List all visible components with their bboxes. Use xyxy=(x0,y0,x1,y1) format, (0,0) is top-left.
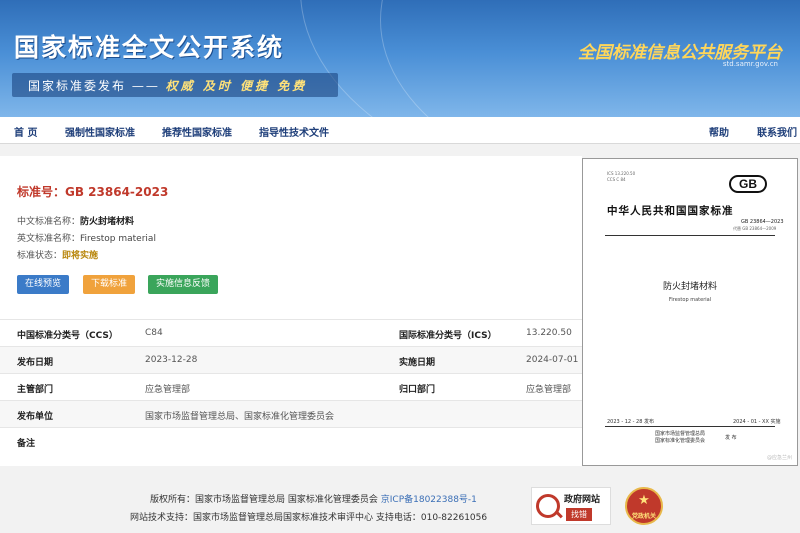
status-row: 标准状态：即将实施 xyxy=(17,248,98,261)
nav-mandatory-standards[interactable]: 强制性国家标准 xyxy=(65,124,135,139)
cover-std-code: GB 23864—2023 xyxy=(741,219,784,225)
cover-watermark: @应急兰州 xyxy=(767,455,793,461)
party-badge-label: 党政机关 xyxy=(631,513,656,520)
slogan: 国家标准委发布 —— 权威 及时 便捷 免费 xyxy=(28,77,307,94)
cover-ics: ICS 13.220.50 xyxy=(607,171,636,176)
ics-value: 13.220.50 xyxy=(526,328,572,338)
issuer-label: 发布单位 xyxy=(17,412,54,422)
issuer-value: 国家市场监督管理总局、国家标准化管理委员会 xyxy=(145,412,335,422)
ccs-label: 中国标准分类号（CCS） xyxy=(17,331,118,341)
attr-dept-label: 归口部门 xyxy=(399,385,436,395)
cover-publish-date: 2023 - 12 - 28 发布 xyxy=(607,419,655,425)
ics-label: 国际标准分类号（ICS） xyxy=(399,331,497,341)
feedback-button[interactable]: 实施信息反馈 xyxy=(148,275,219,294)
status-label: 标准状态： xyxy=(17,251,63,261)
cover-name-cn: 防火封堵材料 xyxy=(662,282,717,292)
gb-logo: GB xyxy=(729,175,767,193)
nav-contact[interactable]: 联系我们 xyxy=(757,124,797,139)
icp-link[interactable]: 京ICP备18022388号-1 xyxy=(381,495,477,505)
en-name-value: Firestop material xyxy=(80,234,156,244)
dept-label: 主管部门 xyxy=(17,385,54,395)
publish-date-label: 发布日期 xyxy=(17,358,54,368)
gov-badge-action: 找错 xyxy=(566,508,592,521)
nav-guidance-documents[interactable]: 指导性技术文件 xyxy=(259,124,329,139)
cn-name-row: 中文标准名称：防火封堵材料 xyxy=(17,214,134,227)
cover-name-en: Firestop material xyxy=(668,297,712,303)
detail-row: 主管部门 应急管理部 归口部门 应急管理部 xyxy=(0,373,582,400)
cover-country-title: 中华人民共和国国家标准 xyxy=(607,205,734,217)
cover-issuer-1: 国家市场监督管理总局 xyxy=(655,431,706,437)
cn-name-label: 中文标准名称： xyxy=(17,217,81,227)
slogan-keywords: 权威 及时 便捷 免费 xyxy=(165,79,308,93)
status-value: 即将实施 xyxy=(62,251,99,261)
en-name-label: 英文标准名称： xyxy=(17,234,81,244)
footer-copyright: 版权所有：国家市场监督管理总局 国家标准化管理委员会 京ICP备18022388… xyxy=(150,492,477,505)
nav-help[interactable]: 帮助 xyxy=(709,124,729,139)
nav-recommended-standards[interactable]: 推荐性国家标准 xyxy=(162,124,232,139)
en-name-row: 英文标准名称：Firestop material xyxy=(17,231,156,244)
nav-home[interactable]: 首 页 xyxy=(14,124,37,139)
detail-row: 中国标准分类号（CCS） C84 国际标准分类号（ICS） 13.220.50 xyxy=(0,319,582,346)
platform-url: std.samr.gov.cn xyxy=(722,60,778,68)
footer-support: 网站技术支持：国家市场监督管理总局国家标准技术审评中心 支持电话：010-822… xyxy=(130,513,488,523)
publish-date-value: 2023-12-28 xyxy=(145,355,198,365)
cover-replaces: 代替 GB 23864—2009 xyxy=(733,226,777,231)
copyright-text: 版权所有：国家市场监督管理总局 国家标准化管理委员会 xyxy=(150,495,378,505)
cover-rule xyxy=(605,426,775,427)
detail-row: 发布日期 2023-12-28 实施日期 2024-07-01 xyxy=(0,346,582,373)
standard-detail-panel: 标准号：GB 23864-2023 中文标准名称：防火封堵材料 英文标准名称：F… xyxy=(0,156,582,466)
cover-issue-word: 发 布 xyxy=(725,435,737,441)
detail-row: 发布单位 国家市场监督管理总局、国家标准化管理委员会 xyxy=(0,400,582,427)
slogan-prefix: 国家标准委发布 —— xyxy=(28,79,160,93)
attr-dept-value: 应急管理部 xyxy=(526,385,572,395)
gov-badge-title: 政府网站 xyxy=(564,495,601,505)
party-government-badge[interactable]: ★ 党政机关 xyxy=(625,487,663,525)
site-title: 国家标准全文公开系统 xyxy=(14,33,285,62)
slogan-bar: 国家标准委发布 —— 权威 及时 便捷 免费 xyxy=(12,73,338,97)
main-nav: 首 页 强制性国家标准 推荐性国家标准 指导性技术文件 帮助 联系我们 xyxy=(0,117,800,144)
cover-implement-date: 2024 - 01 - XX 实施 xyxy=(733,419,781,425)
magnifier-icon xyxy=(536,494,560,518)
remark-label: 备注 xyxy=(17,439,36,449)
standard-number: 标准号：GB 23864-2023 xyxy=(17,185,169,199)
cn-name-value: 防火封堵材料 xyxy=(80,217,135,227)
implement-date-value: 2024-07-01 xyxy=(526,355,579,365)
dept-value: 应急管理部 xyxy=(145,385,191,395)
cover-rule xyxy=(605,235,775,236)
ccs-value: C84 xyxy=(145,328,163,338)
star-icon: ★ xyxy=(638,493,650,508)
site-header: 国家标准全文公开系统 国家标准委发布 —— 权威 及时 便捷 免费 全国标准信息… xyxy=(0,0,800,117)
detail-row: 备注 xyxy=(0,427,582,454)
gov-website-error-report-badge[interactable]: 政府网站 找错 xyxy=(531,487,611,525)
cover-issuer-2: 国家标准化管理委员会 xyxy=(655,438,706,444)
online-preview-button[interactable]: 在线预览 xyxy=(17,275,70,294)
implement-date-label: 实施日期 xyxy=(399,358,436,368)
cover-ccs: CCS C 84 xyxy=(607,177,626,182)
download-standard-button[interactable]: 下载标准 xyxy=(83,275,136,294)
standard-cover-image[interactable]: ICS 13.220.50 CCS C 84 GB 中华人民共和国国家标准 GB… xyxy=(582,158,798,466)
